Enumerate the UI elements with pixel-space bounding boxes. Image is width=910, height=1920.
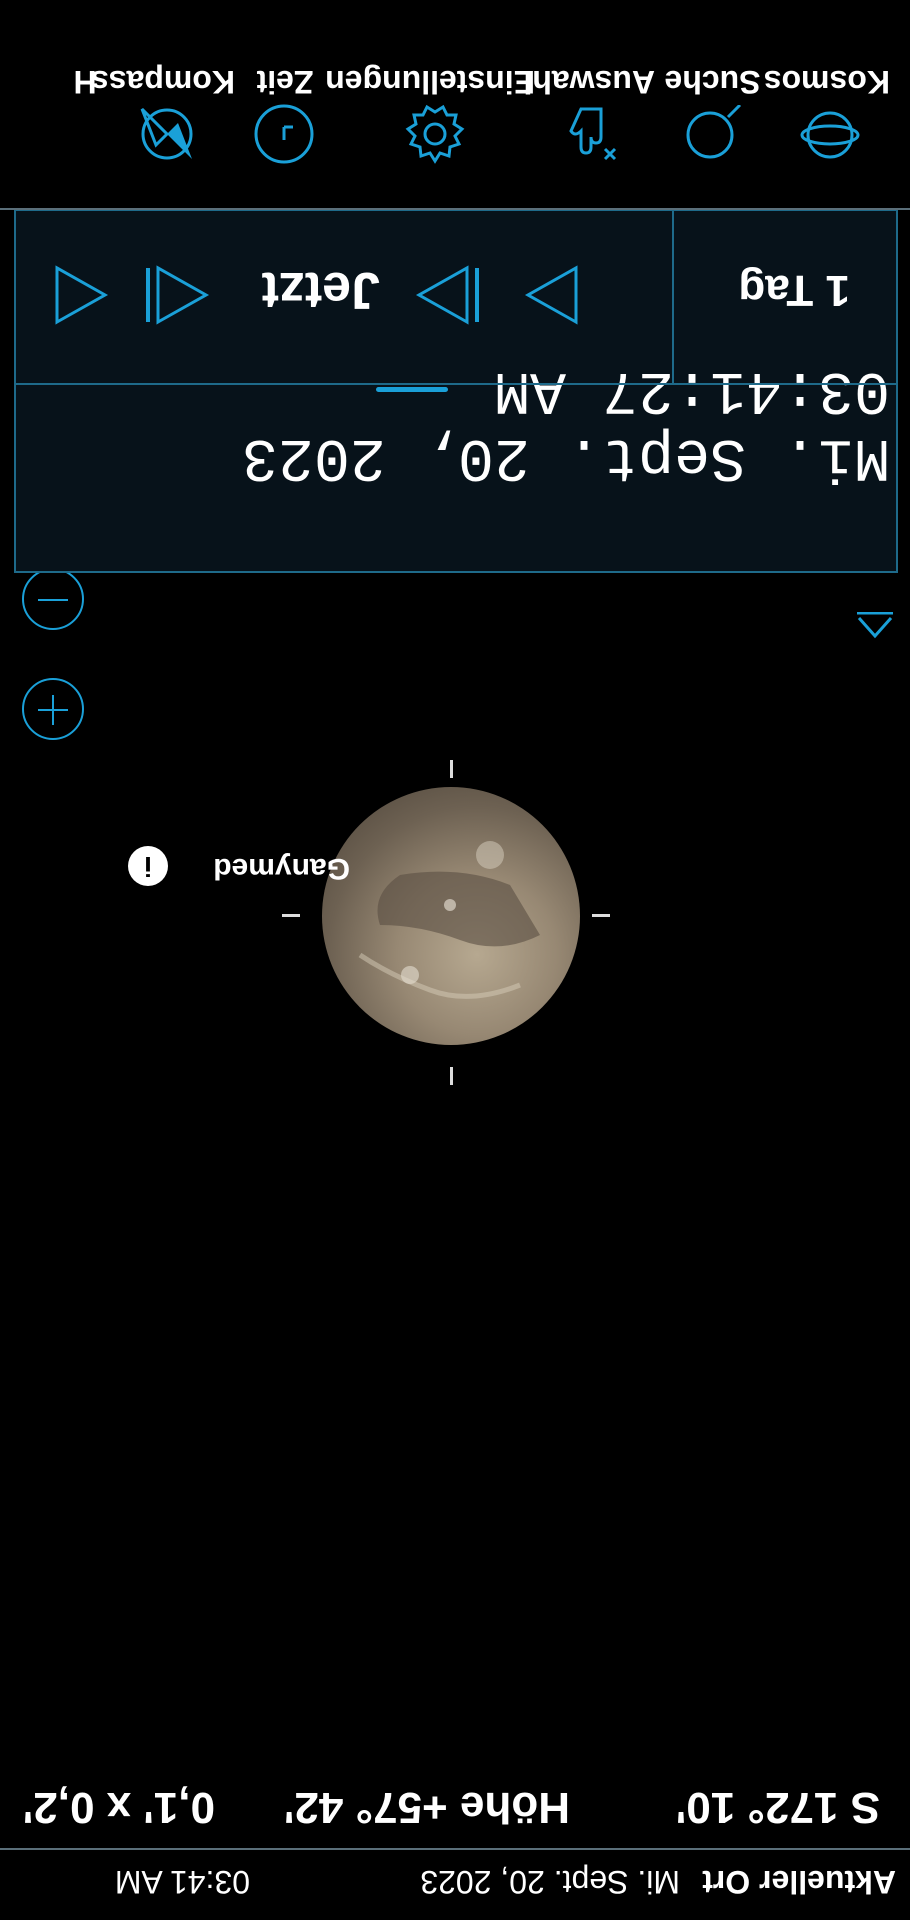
toolbar-item-einstellungen[interactable]: Einstellungen xyxy=(325,0,535,215)
panel-date[interactable]: Mi. Sept. 20, 2023 xyxy=(242,422,890,490)
status-time: 03:41 AM xyxy=(114,1864,250,1900)
step-forward-icon[interactable] xyxy=(405,260,485,330)
step-selector[interactable]: 1 Tag xyxy=(738,265,850,315)
crosshair-tick-right xyxy=(282,914,300,917)
toolbar-label-einstellungen: Einstellungen xyxy=(325,64,535,100)
toolbar-item-suche[interactable]: Suche xyxy=(655,0,770,215)
crosshair-tick-top xyxy=(450,1067,453,1085)
fov-readout: 0,1' x 0,2' xyxy=(22,1783,215,1832)
toolbar-item-zeit[interactable]: Zeit xyxy=(235,0,335,215)
ganymede-planet[interactable] xyxy=(322,787,580,1045)
compass-icon xyxy=(140,107,193,160)
gear-icon xyxy=(405,104,465,164)
toolbar-label-kompass: Kompass xyxy=(90,64,235,100)
panel-separator xyxy=(14,383,898,385)
status-date: Mi. Sept. 20, 2023 xyxy=(420,1864,680,1900)
panel-vertical-separator xyxy=(672,209,674,385)
crosshair-tick-left xyxy=(592,914,610,917)
step-back-icon[interactable] xyxy=(140,260,220,330)
toolbar-label-h: H xyxy=(73,64,97,100)
status-divider xyxy=(0,1848,910,1850)
select-hand-icon xyxy=(569,107,617,161)
info-icon: i xyxy=(144,851,152,882)
azimuth-readout: S 172° 10' xyxy=(675,1783,880,1832)
search-icon xyxy=(686,105,742,159)
panel-time[interactable]: 03:41:27 AM xyxy=(494,355,890,423)
crosshair-tick-bottom xyxy=(450,760,453,778)
location-label: Aktueller Ort xyxy=(702,1864,896,1900)
altitude-readout: Höhe +57° 42' xyxy=(283,1783,570,1832)
toolbar-label-auswahl: Auswahl xyxy=(523,64,655,100)
toolbar-label-kosmos: Kosmos xyxy=(763,64,890,100)
toolbar-item-h[interactable]: H xyxy=(0,0,105,215)
toolbar-label-zeit: Zeit xyxy=(256,64,314,100)
toolbar-item-kompass[interactable]: Kompass xyxy=(90,0,235,215)
zoom-in-button[interactable] xyxy=(22,678,84,740)
collapse-caret-icon[interactable] xyxy=(855,612,895,642)
step-back-fast-icon[interactable] xyxy=(45,260,115,330)
info-button[interactable]: i xyxy=(128,846,168,886)
clock-icon xyxy=(254,104,314,164)
status-bar: Aktueller Ort Mi. Sept. 20, 2023 03:41 A… xyxy=(0,1850,910,1920)
zoom-out-button[interactable] xyxy=(22,568,84,630)
now-button[interactable]: Jetzt xyxy=(262,260,380,320)
toolbar-item-kosmos[interactable]: Kosmos xyxy=(763,0,890,215)
active-indicator xyxy=(376,387,448,392)
toolbar-label-suche: Suche xyxy=(664,64,761,100)
step-forward-fast-icon[interactable] xyxy=(518,260,588,330)
toolbar-item-auswahl[interactable]: Auswahl xyxy=(523,0,655,215)
object-name-label: Ganymed xyxy=(213,852,350,885)
orbit-icon xyxy=(800,111,860,159)
